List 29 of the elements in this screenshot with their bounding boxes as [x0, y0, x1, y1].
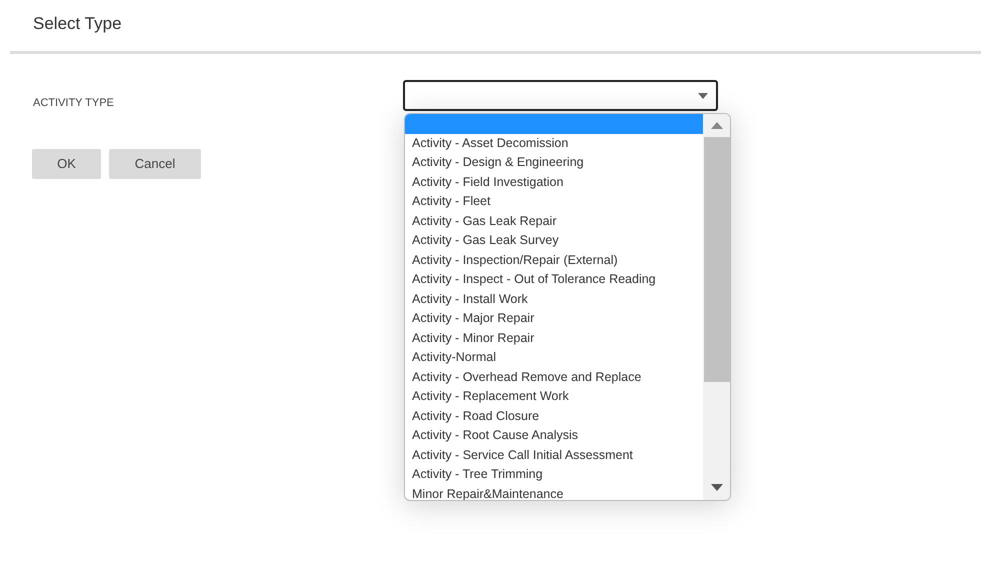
dropdown-option[interactable]: Activity - Install Work — [405, 290, 703, 309]
dropdown-option[interactable]: Activity - Minor Repair — [405, 328, 703, 348]
dropdown-option[interactable]: Activity - Design & Engineering — [405, 153, 703, 172]
scrollbar-thumb[interactable] — [704, 137, 730, 382]
dropdown-option[interactable]: Activity - Overhead Remove and Replace — [405, 368, 703, 387]
dropdown-option[interactable]: Activity - Major Repair — [405, 309, 703, 328]
dropdown-option[interactable]: Activity - Gas Leak Survey — [405, 231, 703, 250]
scrollbar[interactable] — [703, 114, 730, 500]
dropdown-option[interactable]: Activity - Inspect - Out of Tolerance Reading — [405, 270, 703, 290]
dropdown-option[interactable]: Activity - Inspection/Repair (External) — [405, 250, 703, 270]
dropdown-option[interactable]: Activity - Tree Trimming — [405, 465, 703, 484]
dropdown-option[interactable]: Activity - Fleet — [405, 192, 703, 212]
scroll-up-icon[interactable] — [710, 122, 722, 129]
dropdown-option[interactable]: Activity-Normal — [405, 348, 703, 368]
ok-button[interactable]: OK — [32, 149, 101, 179]
dialog-title: Select Type — [33, 14, 122, 33]
scroll-down-icon[interactable] — [710, 484, 722, 491]
select-field[interactable] — [403, 80, 718, 111]
dropdown-option[interactable]: Activity - Replacement Work — [405, 387, 703, 406]
dropdown-option[interactable]: Activity - Field Investigation — [405, 172, 703, 192]
dropdown-option[interactable]: Activity - Service Call Initial Assessment — [405, 446, 703, 465]
dropdown-option[interactable]: Activity - Asset Decomission — [405, 134, 703, 153]
dropdown-option[interactable]: Activity - Root Cause Analysis — [405, 426, 703, 446]
dropdown-option[interactable]: Activity - Gas Leak Repair — [405, 212, 703, 231]
dropdown-option[interactable]: Minor Repair&Maintenance — [405, 484, 703, 500]
field-label: ACTIVITY TYPE — [33, 97, 114, 109]
caret-icon — [698, 92, 708, 98]
cancel-button[interactable]: Cancel — [109, 149, 201, 179]
dropdown-option[interactable]: Activity - Road Closure — [405, 406, 703, 426]
